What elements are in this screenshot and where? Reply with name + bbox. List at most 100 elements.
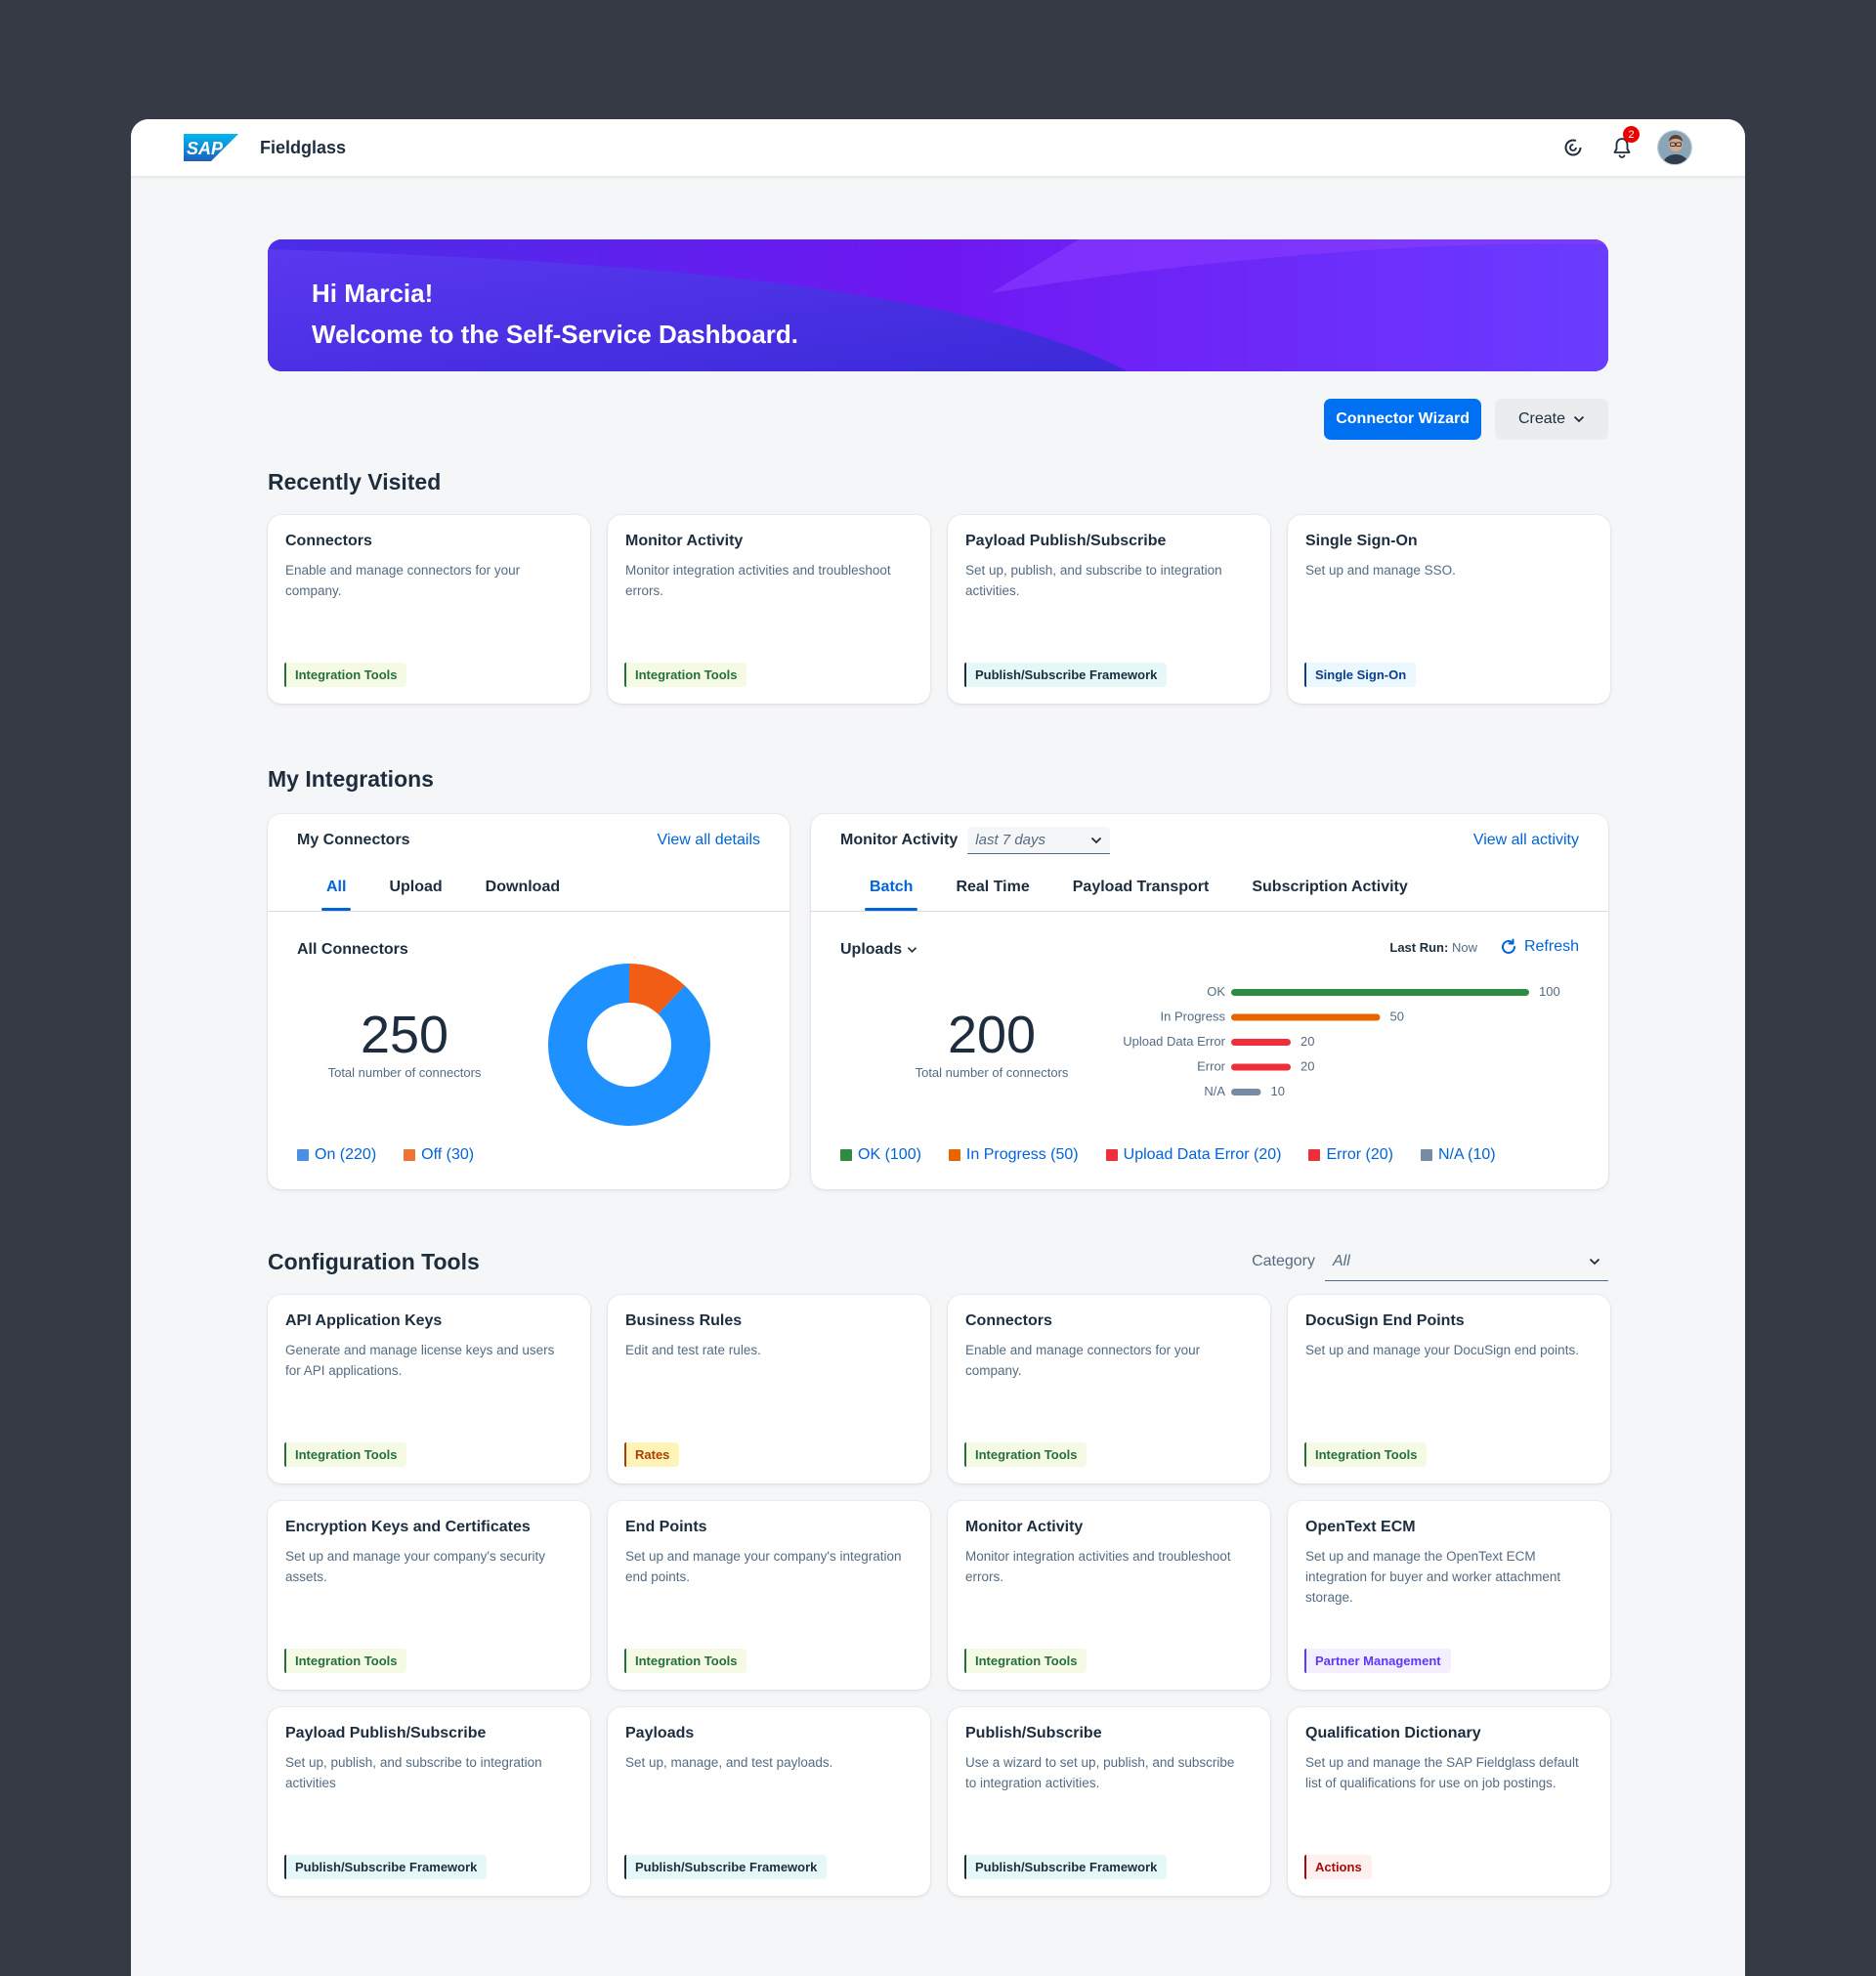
monitor-legend: OK (100) In Progress (50) Upload Data Erro… xyxy=(840,1146,1496,1164)
notifications-icon[interactable]: 2 xyxy=(1608,126,1640,161)
bar-value: 20 xyxy=(1300,1034,1314,1049)
category-tag: Publish/Subscribe Framework xyxy=(624,1855,828,1879)
tab-download[interactable]: Download xyxy=(486,867,560,911)
tab-batch[interactable]: Batch xyxy=(864,867,918,911)
range-select[interactable]: last 7 days xyxy=(967,827,1111,854)
create-button[interactable]: Create xyxy=(1494,399,1608,440)
refresh-icon xyxy=(1501,938,1515,954)
shell-bar: SAP Fieldglass 2 xyxy=(131,119,1745,177)
configuration-tools-grid: API Application Keys Generate and manage … xyxy=(268,1295,1610,1896)
monitor-total-label: Total number of connectors xyxy=(915,1065,1069,1080)
card-description: Use a wizard to set up, publish, and sub… xyxy=(965,1755,1235,1790)
app-title: Fieldglass xyxy=(260,137,347,157)
tool-card-api-application-keys[interactable]: API Application Keys Generate and manage … xyxy=(268,1295,590,1483)
legend-swatch xyxy=(1420,1149,1432,1161)
bar-value: 20 xyxy=(1300,1059,1314,1074)
recently-visited-title: Recently Visited xyxy=(268,469,442,494)
my-connectors-panel: My Connectors View all details All Uploa… xyxy=(268,814,789,1189)
legend-item[interactable]: N/A (10) xyxy=(1420,1146,1496,1164)
tool-card-connectors[interactable]: Connectors Enable and manage connectors f… xyxy=(268,515,590,704)
bar-n-a[interactable] xyxy=(1231,1089,1261,1095)
card-description: Set up and manage SSO. xyxy=(1305,563,1456,578)
my-integrations-title: My Integrations xyxy=(268,766,434,792)
category-tag: Integration Tools xyxy=(624,1649,747,1673)
bar-value: 50 xyxy=(1390,1009,1404,1024)
monitor-activity-panel: Monitor Activity last 7 days View all ac… xyxy=(811,814,1608,1189)
legend-item[interactable]: Off (30) xyxy=(404,1146,474,1164)
card-description: Generate and manage license keys and use… xyxy=(285,1343,555,1378)
card-description: Monitor integration activities and troub… xyxy=(965,1549,1231,1584)
refresh-button[interactable]: Refresh xyxy=(1499,937,1579,957)
bar-label: In Progress xyxy=(1161,1009,1226,1024)
category-tag: Integration Tools xyxy=(964,1649,1087,1673)
legend-item[interactable]: OK (100) xyxy=(840,1146,921,1164)
category-tag: Rates xyxy=(624,1442,680,1467)
range-select-value: last 7 days xyxy=(975,832,1046,848)
chevron-down-icon xyxy=(907,947,917,954)
tab-subscription-activity[interactable]: Subscription Activity xyxy=(1252,867,1407,911)
integrations-row: My Connectors View all details All Uploa… xyxy=(268,814,1608,1189)
connector-wizard-button[interactable]: Connector Wizard xyxy=(1324,399,1481,440)
tool-card-connectors[interactable]: Connectors Enable and manage connectors f… xyxy=(948,1295,1270,1483)
legend-swatch xyxy=(297,1149,309,1161)
category-select-value: All xyxy=(1333,1252,1350,1269)
tool-card-payloads[interactable]: Payloads Set up, manage, and test payload… xyxy=(608,1707,930,1896)
avatar[interactable] xyxy=(1657,130,1692,165)
card-title: Payload Publish/Subscribe xyxy=(285,1725,487,1741)
uploads-dropdown[interactable]: Uploads xyxy=(840,941,917,959)
card-title: Publish/Subscribe xyxy=(965,1725,1102,1741)
tool-card-payload-publish-subscribe[interactable]: Payload Publish/Subscribe Set up, publish… xyxy=(948,515,1270,704)
tool-card-single-sign-on[interactable]: Single Sign-On Set up and manage SSO. Sing… xyxy=(1288,515,1610,704)
my-connectors-title: My Connectors xyxy=(297,832,410,848)
last-run-value: Now xyxy=(1451,939,1477,955)
card-description: Set up, manage, and test payloads. xyxy=(625,1755,833,1770)
card-description: Set up and manage the OpenText ECM integ… xyxy=(1305,1549,1561,1605)
view-all-details-link[interactable]: View all details xyxy=(657,832,760,849)
bar-label: Error xyxy=(1197,1059,1226,1074)
legend-item[interactable]: In Progress (50) xyxy=(948,1146,1079,1164)
bar-upload-data-error[interactable] xyxy=(1231,1039,1291,1046)
joule-icon[interactable] xyxy=(1559,134,1587,161)
category-tag: Integration Tools xyxy=(1304,1442,1428,1467)
card-description: Set up and manage the SAP Fieldglass def… xyxy=(1305,1755,1579,1790)
tool-card-end-points[interactable]: End Points Set up and manage your company… xyxy=(608,1501,930,1690)
tab-payload-transport[interactable]: Payload Transport xyxy=(1073,867,1210,911)
card-description: Set up, publish, and subscribe to integr… xyxy=(285,1755,542,1790)
tool-card-opentext-ecm[interactable]: OpenText ECM Set up and manage the OpenTe… xyxy=(1288,1501,1610,1690)
tab-upload[interactable]: Upload xyxy=(389,867,442,911)
bar-error[interactable] xyxy=(1231,1063,1291,1071)
tool-card-monitor-activity[interactable]: Monitor Activity Monitor integration acti… xyxy=(608,515,930,704)
card-description: Set up and manage your company's securit… xyxy=(285,1549,545,1584)
tool-card-payload-publish-subscribe[interactable]: Payload Publish/Subscribe Set up, publish… xyxy=(268,1707,590,1896)
legend-swatch xyxy=(404,1149,416,1161)
card-title: Business Rules xyxy=(625,1312,743,1329)
legend-item[interactable]: Error (20) xyxy=(1308,1146,1393,1164)
tool-card-qualification-dictionary[interactable]: Qualification Dictionary Set up and manag… xyxy=(1288,1707,1610,1896)
donut-slice-on[interactable] xyxy=(548,964,710,1126)
category-tag: Single Sign-On xyxy=(1304,663,1417,687)
connectors-legend: On (220) Off (30) xyxy=(297,1146,474,1164)
bar-value: 100 xyxy=(1539,984,1560,999)
tool-card-docusign-end-points[interactable]: DocuSign End Points Set up and manage you… xyxy=(1288,1295,1610,1483)
view-all-activity-link[interactable]: View all activity xyxy=(1473,832,1579,849)
tool-card-monitor-activity[interactable]: Monitor Activity Monitor integration acti… xyxy=(948,1501,1270,1690)
tool-card-publish-subscribe[interactable]: Publish/Subscribe Use a wizard to set up,… xyxy=(948,1707,1270,1896)
bar-ok[interactable] xyxy=(1231,989,1529,996)
bar-value: 10 xyxy=(1271,1084,1285,1098)
legend-item[interactable]: On (220) xyxy=(297,1146,376,1164)
legend-item[interactable]: Upload Data Error (20) xyxy=(1105,1146,1281,1164)
bar-in-progress[interactable] xyxy=(1231,1013,1381,1021)
recently-visited-grid: Connectors Enable and manage connectors f… xyxy=(268,515,1610,704)
category-tag: Publish/Subscribe Framework xyxy=(284,1855,488,1879)
card-title: Connectors xyxy=(285,533,372,549)
notification-badge: 2 xyxy=(1623,126,1640,143)
logo-text: SAP xyxy=(187,139,224,158)
category-select[interactable]: All xyxy=(1325,1242,1608,1281)
tool-card-encryption-keys-and-certificates[interactable]: Encryption Keys and Certificates Set up a… xyxy=(268,1501,590,1690)
sap-logo[interactable]: SAP xyxy=(184,134,238,161)
tab-real-time[interactable]: Real Time xyxy=(956,867,1029,911)
card-title: Monitor Activity xyxy=(965,1519,1084,1535)
tool-card-business-rules[interactable]: Business Rules Edit and test rate rules. R… xyxy=(608,1295,930,1483)
tab-all[interactable]: All xyxy=(320,867,353,911)
category-tag: Integration Tools xyxy=(284,1442,407,1467)
